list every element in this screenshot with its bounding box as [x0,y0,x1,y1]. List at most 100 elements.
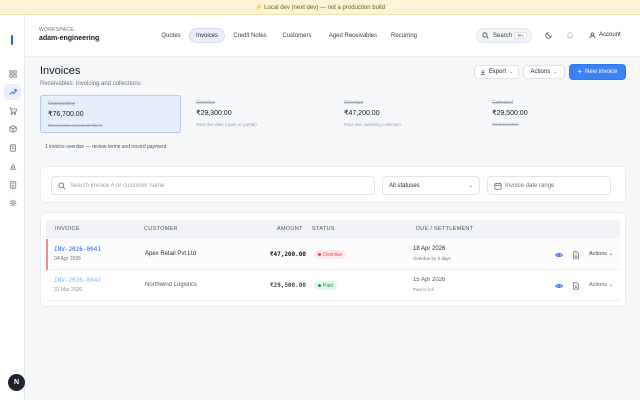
chevron-down-icon: ⌄ [467,183,473,189]
new-invoice-label: New invoice [585,69,618,75]
invoices-table-card: INVOICE CUSTOMER AMOUNT STATUS DUE / SET… [40,212,626,307]
date-range-picker[interactable]: Invoice date range [487,176,611,195]
kpi-note: Past due date (open or partial) [196,122,257,127]
kpi-card-collected[interactable]: Collected ₹29,500.00 Paid invoices [485,95,626,133]
book-icon [9,181,16,189]
user-avatar[interactable]: N [8,374,25,391]
pdf-document-icon[interactable] [572,282,580,290]
invoice-amount: ₹29,500.00 [269,282,306,289]
tab-aged-receivables[interactable]: Aged Receivables [322,28,384,43]
sidebar-item-settings[interactable] [4,195,21,211]
kpi-note: Past due, awaiting collection [344,122,401,127]
trend-icon [8,89,17,95]
sidebar-item-sales[interactable] [4,84,21,100]
workspace-switcher[interactable]: adam-engineering [39,35,99,42]
search-icon [58,182,66,190]
sidebar-item-purchases[interactable] [4,103,21,119]
user-icon [589,31,596,38]
sidebar-item-dashboard[interactable] [4,66,21,82]
new-invoice-button[interactable]: + New invoice [569,64,626,80]
notifications-button[interactable] [565,30,575,40]
kpi-label: Overdue [196,100,216,106]
gear-icon [9,199,16,207]
chevron-down-icon: ⌄ [509,69,514,75]
status-dot [318,284,321,287]
top-navigation-bar: WORKSPACE adam-engineering ⌄ Quotes Invo… [25,15,640,57]
invoice-number-link[interactable]: INV-2026-0042 [54,277,101,284]
invoice-date: 04 Apr 2026 [54,256,81,262]
due-date: 15 Apr 2026 [413,277,446,283]
overdue-notice: 1 invoice overdue — review terms and rec… [45,144,168,150]
account-menu[interactable]: Account [589,29,621,41]
bar-chart-icon [9,163,16,170]
kpi-card-outstanding[interactable]: Outstanding ₹76,700.00 Receivable across… [40,95,181,133]
header-invoice: INVOICE [55,226,80,232]
header-amount: AMOUNT [277,226,303,232]
box-icon [8,125,17,133]
tab-quotes[interactable]: Quotes [153,28,189,43]
filter-bar: Search invoice # or customer name All st… [40,166,626,203]
chevron-down-icon[interactable]: ⌄ [96,36,101,43]
row-actions-menu[interactable]: Actions ⌄ [589,282,613,288]
status-filter-value: All statuses [389,182,420,189]
table-row[interactable]: INV-2026-0042 31 Mar 2026 Northwind Logi… [46,270,620,301]
avatar-initial: N [13,379,20,386]
kpi-card-overdue[interactable]: Overdue ₹29,300.00 Past due date (open o… [189,95,330,133]
grid-icon [8,70,17,78]
page-title: Invoices [40,65,81,77]
actions-menu-button[interactable]: Actions ⌄ [523,65,565,79]
sidebar-item-reports[interactable] [4,158,21,174]
header-customer: CUSTOMER [144,226,178,232]
invoices-table: INVOICE CUSTOMER AMOUNT STATUS DUE / SET… [46,220,620,301]
settlement-note: Paid in full [413,287,434,292]
workspace-label: WORKSPACE [39,27,74,33]
global-search-button[interactable]: Search ⌘K [476,28,532,43]
kpi-value: ₹29,300.00 [196,110,232,117]
status-dot [318,253,321,256]
tab-customers[interactable]: Customers [277,28,317,43]
moon-icon [545,32,552,39]
sidebar-item-ledger[interactable] [4,177,21,193]
kpi-note: Paid invoices [492,122,519,127]
eye-icon[interactable] [555,251,563,259]
header-due-settlement: DUE / SETTLEMENT [416,226,474,232]
kpi-value: ₹29,500.00 [492,110,528,117]
eye-icon[interactable] [555,282,563,290]
invoice-amount: ₹47,200.00 [269,251,306,258]
actions-label: Actions [530,69,551,75]
tab-invoices[interactable]: Invoices [189,28,225,43]
sidebar-item-inventory[interactable] [4,121,21,137]
app-logo [11,35,13,45]
chevron-down-icon: ⌄ [608,282,614,288]
status-filter-select[interactable]: All statuses ⌄ [382,176,480,195]
search-placeholder: Search invoice # or customer name [70,182,165,189]
cart-icon [8,107,17,115]
theme-toggle[interactable] [544,30,554,40]
table-row[interactable]: INV-2026-0041 04 Apr 2026 Apex Retail Pv… [46,239,620,270]
date-range-placeholder: Invoice date range [505,182,555,189]
table-header: INVOICE CUSTOMER AMOUNT STATUS DUE / SET… [46,220,620,239]
download-icon [480,69,485,75]
invoice-date: 31 Mar 2026 [54,287,83,293]
dev-banner-text: ⚡ Local dev (next dev) — not a productio… [255,4,385,11]
kpi-card-overdue-awaiting[interactable]: Overdue ₹47,200.00 Past due, awaiting co… [337,95,478,133]
row-actions-menu[interactable]: Actions ⌄ [589,251,613,257]
kpi-label: Outstanding [48,101,75,107]
invoice-number-link[interactable]: INV-2026-0041 [54,246,101,253]
account-label: Account [599,32,621,38]
chevron-down-icon: ⌄ [608,251,614,257]
export-label: Export [488,69,507,75]
tab-credit-notes[interactable]: Credit Notes [228,28,272,43]
calendar-icon [494,182,502,190]
sidebar-item-documents[interactable] [4,140,21,156]
row-actions-label: Actions [589,251,608,257]
export-button[interactable]: Export ⌄ [474,65,519,79]
kpi-value: ₹47,200.00 [344,110,380,117]
due-date: 18 Apr 2026 [413,246,446,252]
chevron-down-icon: ⌄ [553,69,558,75]
pdf-document-icon[interactable] [572,251,580,259]
kpi-label: Overdue [344,100,364,106]
status-badge: Paid [314,281,338,290]
tab-recurring[interactable]: Recurring [386,28,422,43]
invoice-search-input[interactable]: Search invoice # or customer name [51,176,375,195]
